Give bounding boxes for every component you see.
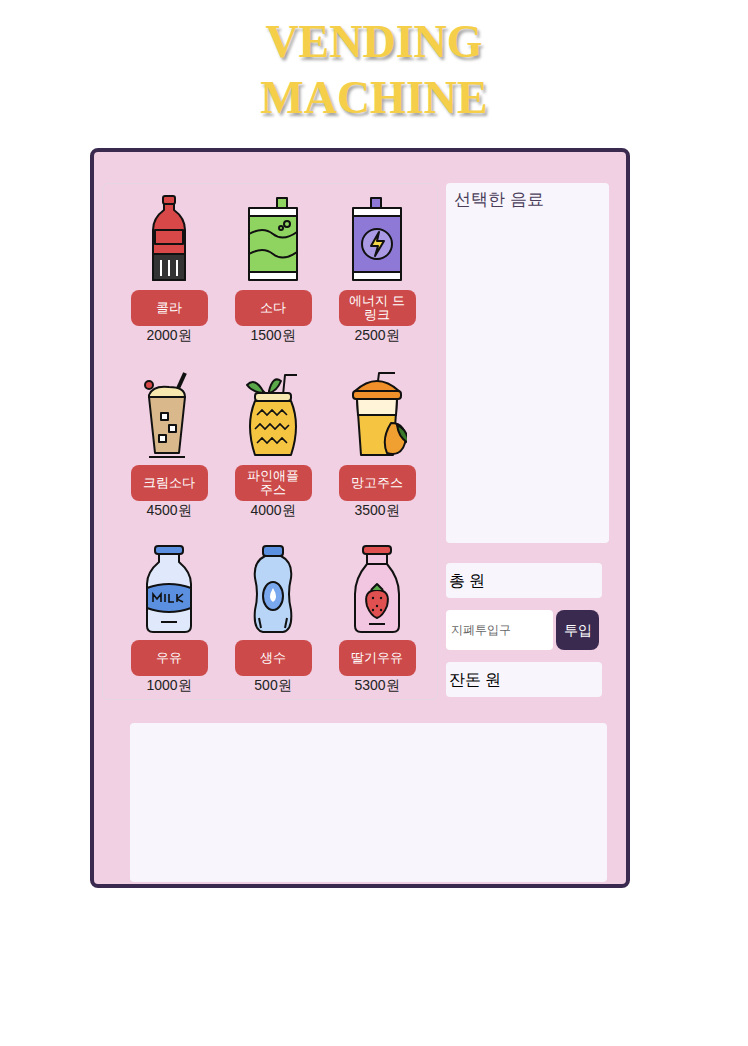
selected-drinks-panel: 선택한 음료 [446,183,609,543]
drink-button[interactable]: 망고주스 [339,465,416,501]
vending-machine: 콜라2000원소다1500원에너지 드링크2500원크림소다4500원파인애플 … [90,148,630,888]
drink-price: 1500원 [250,326,295,344]
drink-button[interactable]: 우유 [131,640,208,676]
drink-item: 망고주스3500원 [322,359,432,534]
drink-price: 4000원 [250,501,295,519]
drink-price: 2000원 [146,326,191,344]
soda-can-icon [243,194,303,284]
drink-price: 500원 [254,676,291,694]
strawberry-milk-icon [347,544,407,634]
drink-button[interactable]: 콜라 [131,290,208,326]
page-title: VENDING MACHINE [224,14,524,126]
drink-price: 5300원 [354,676,399,694]
drink-item: 파인애플 주스4000원 [218,359,328,534]
drink-price: 3500원 [354,501,399,519]
mango-juice-icon [347,369,407,459]
change-label: 잔돈 원 [449,668,501,692]
water-bottle-icon [243,544,303,634]
insert-button[interactable]: 투입 [556,610,599,650]
pineapple-juice-icon [243,369,303,459]
drink-button[interactable]: 에너지 드링크 [339,290,416,326]
drink-item: 딸기우유5300원 [322,534,432,709]
selected-drinks-label: 선택한 음료 [454,190,544,209]
drink-item: 생수500원 [218,534,328,709]
drink-item: 콜라2000원 [114,184,224,359]
total-label: 총 원 [449,569,485,593]
bill-input[interactable] [446,610,553,650]
drink-price: 1000원 [146,676,191,694]
drink-item: 우유1000원 [114,534,224,709]
total-box: 총 원 [446,563,602,598]
drink-price: 4500원 [146,501,191,519]
drink-price: 2500원 [354,326,399,344]
energy-drink-can-icon [347,194,407,284]
milk-bottle-icon [139,544,199,634]
drink-button[interactable]: 생수 [235,640,312,676]
cream-soda-icon [139,369,199,459]
cola-bottle-icon [139,194,199,284]
drink-item: 크림소다4500원 [114,359,224,534]
drink-item: 에너지 드링크2500원 [322,184,432,359]
drink-button[interactable]: 소다 [235,290,312,326]
drink-item: 소다1500원 [218,184,328,359]
change-box: 잔돈 원 [446,662,602,697]
drink-grid: 콜라2000원소다1500원에너지 드링크2500원크림소다4500원파인애플 … [102,183,438,700]
drink-button[interactable]: 파인애플 주스 [235,465,312,501]
output-tray [130,723,607,882]
drink-button[interactable]: 크림소다 [131,465,208,501]
drink-button[interactable]: 딸기우유 [339,640,416,676]
